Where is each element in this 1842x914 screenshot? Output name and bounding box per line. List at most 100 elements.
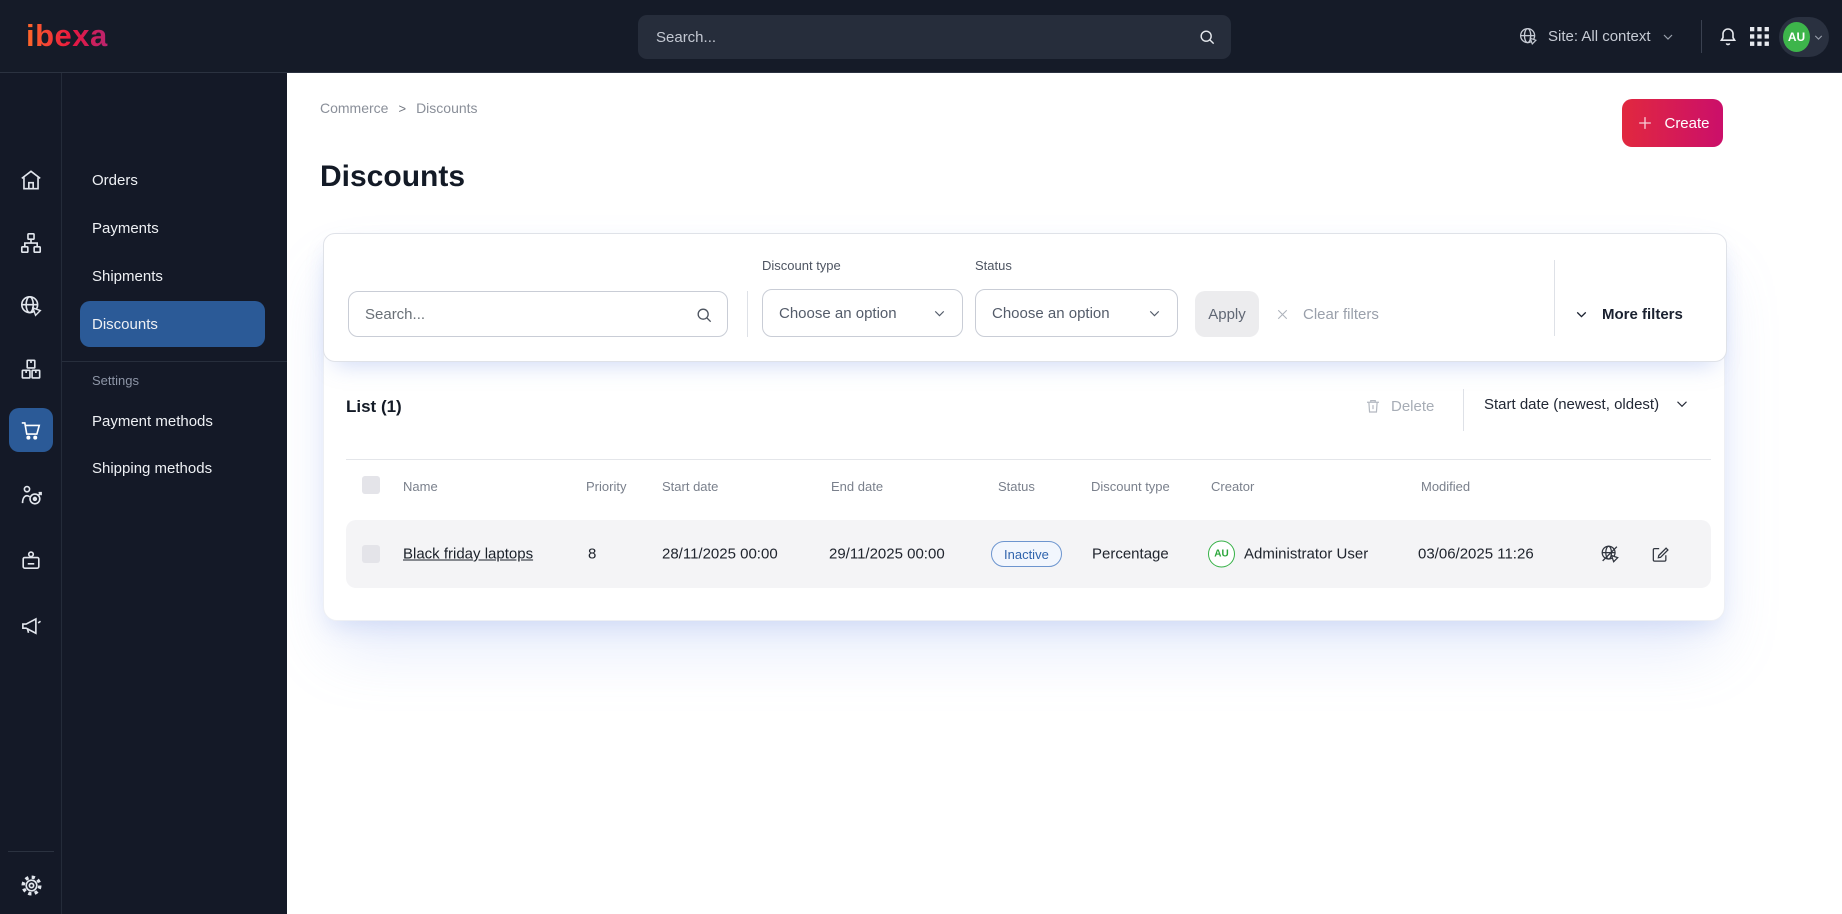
sidebar-item-payments[interactable]: Payments — [62, 204, 287, 252]
topbar-divider — [1701, 20, 1702, 53]
sidebar-item-label: Orders — [92, 171, 138, 189]
close-icon — [1274, 306, 1291, 323]
create-button-label: Create — [1664, 114, 1710, 132]
chevron-down-icon — [1812, 31, 1825, 44]
sidebar-item-shipping-methods[interactable]: Shipping methods — [62, 444, 287, 492]
main-content: Commerce > Discounts Create Discounts Se… — [287, 73, 1842, 914]
site-context-label: Site: All context — [1548, 28, 1651, 45]
filter-search[interactable] — [348, 291, 728, 337]
content-tree-icon[interactable] — [9, 221, 53, 265]
submenu-divider — [62, 361, 287, 362]
column-header-discount-type: Discount type — [1091, 479, 1170, 494]
sidebar-divider — [8, 851, 54, 852]
apply-button[interactable]: Apply — [1195, 291, 1259, 337]
select-all-checkbox[interactable] — [362, 476, 380, 494]
sidebar-item-label: Payment methods — [92, 412, 213, 430]
chevron-down-icon — [1146, 305, 1163, 322]
filters-bar: Discount type Choose an option Status Ch… — [323, 233, 1727, 362]
clear-filters-label: Clear filters — [1303, 305, 1379, 323]
more-filters-button[interactable]: More filters — [1573, 291, 1683, 337]
sort-dropdown[interactable]: Start date (newest, oldest) — [1484, 395, 1691, 413]
status-label: Status — [975, 258, 1012, 273]
user-menu[interactable]: AU — [1779, 17, 1829, 57]
edit-icon[interactable] — [1650, 544, 1670, 564]
plus-icon — [1635, 113, 1655, 133]
discounts-card: Discount type Choose an option Status Ch… — [323, 233, 1727, 621]
chevron-down-icon — [1573, 306, 1590, 323]
priority-value: 8 — [588, 545, 597, 563]
commerce-submenu: Orders Payments Shipments Discounts Sett… — [62, 73, 287, 914]
settings-gear-icon[interactable] — [9, 863, 53, 907]
search-icon — [1197, 27, 1217, 47]
chevron-down-icon — [931, 305, 948, 322]
status-badge: Inactive — [991, 541, 1062, 567]
notifications-bell-icon[interactable] — [1716, 0, 1740, 73]
site-globe-icon[interactable] — [9, 284, 53, 328]
main-sidebar — [0, 73, 62, 914]
column-header-creator: Creator — [1211, 479, 1255, 494]
people-badge-icon[interactable] — [9, 539, 53, 583]
sidebar-item-label: Shipments — [92, 267, 163, 285]
site-context-selector[interactable]: Site: All context — [1518, 0, 1676, 73]
settings-section-header: Settings — [92, 373, 139, 388]
page-title: Discounts — [320, 160, 466, 193]
filter-search-input[interactable] — [349, 292, 727, 336]
filter-divider — [1554, 260, 1555, 336]
search-icon — [694, 305, 714, 325]
sidebar-item-label: Shipping methods — [92, 459, 213, 477]
row-checkbox[interactable] — [362, 545, 380, 563]
column-header-end-date: End date — [831, 479, 884, 494]
sidebar-item-discounts[interactable]: Discounts — [62, 300, 287, 348]
column-header-name: Name — [403, 479, 438, 494]
column-header-status: Status — [998, 479, 1035, 494]
breadcrumb-commerce[interactable]: Commerce — [320, 100, 388, 116]
creator-name: Administrator User — [1244, 545, 1369, 563]
creator-avatar: AU — [1208, 540, 1235, 568]
commerce-cart-icon[interactable] — [9, 408, 53, 452]
create-button[interactable]: Create — [1622, 99, 1723, 147]
ibexa-logo[interactable]: ibexa — [26, 18, 108, 54]
discount-type-value: Percentage — [1092, 545, 1169, 563]
discount-type-label: Discount type — [762, 258, 841, 273]
customers-target-icon[interactable] — [9, 473, 53, 517]
list-title: List (1) — [346, 397, 402, 416]
status-select[interactable]: Choose an option — [975, 289, 1178, 337]
status-badge-wrap: Inactive — [991, 541, 1062, 567]
user-avatar: AU — [1783, 22, 1810, 52]
table-header-divider — [346, 459, 1711, 460]
table-row: Black friday laptops 8 28/11/2025 00:00 … — [346, 520, 1711, 588]
more-filters-label: More filters — [1602, 305, 1683, 323]
products-boxes-icon[interactable] — [9, 347, 53, 391]
global-search[interactable] — [638, 15, 1231, 59]
start-date-value: 28/11/2025 00:00 — [662, 545, 778, 563]
clear-filters-button[interactable]: Clear filters — [1274, 291, 1379, 337]
list-toolbar-divider — [1463, 389, 1464, 431]
column-header-priority: Priority — [586, 479, 627, 494]
discount-type-select[interactable]: Choose an option — [762, 289, 963, 337]
marketing-megaphone-icon[interactable] — [9, 604, 53, 648]
sidebar-item-orders[interactable]: Orders — [62, 156, 287, 204]
creator-avatar-wrap: AU — [1208, 540, 1235, 568]
discount-name-link[interactable]: Black friday laptops — [403, 546, 533, 563]
site-globe-icon — [1518, 26, 1539, 47]
sidebar-item-shipments[interactable]: Shipments — [62, 252, 287, 300]
column-header-modified: Modified — [1421, 479, 1471, 494]
delete-button-label: Delete — [1391, 397, 1435, 415]
sort-dropdown-label: Start date (newest, oldest) — [1484, 395, 1660, 413]
modified-value: 03/06/2025 11:26 — [1418, 545, 1534, 563]
breadcrumb: Commerce > Discounts — [320, 100, 478, 116]
global-search-input[interactable] — [638, 15, 1231, 59]
sidebar-item-label: Discounts — [92, 315, 158, 333]
sidebar-item-payment-methods[interactable]: Payment methods — [62, 397, 287, 445]
chevron-down-icon — [1660, 29, 1676, 45]
delete-button[interactable]: Delete — [1364, 397, 1434, 415]
home-icon[interactable] — [9, 158, 53, 202]
trash-icon — [1364, 397, 1382, 415]
column-header-start-date: Start date — [662, 479, 719, 494]
breadcrumb-discounts[interactable]: Discounts — [416, 100, 477, 116]
discount-type-value: Choose an option — [779, 304, 897, 322]
sidebar-item-label: Payments — [92, 219, 159, 237]
app-grid-icon[interactable] — [1750, 0, 1769, 73]
site-context-disabled-icon[interactable] — [1599, 543, 1621, 565]
chevron-down-icon — [1673, 395, 1691, 413]
